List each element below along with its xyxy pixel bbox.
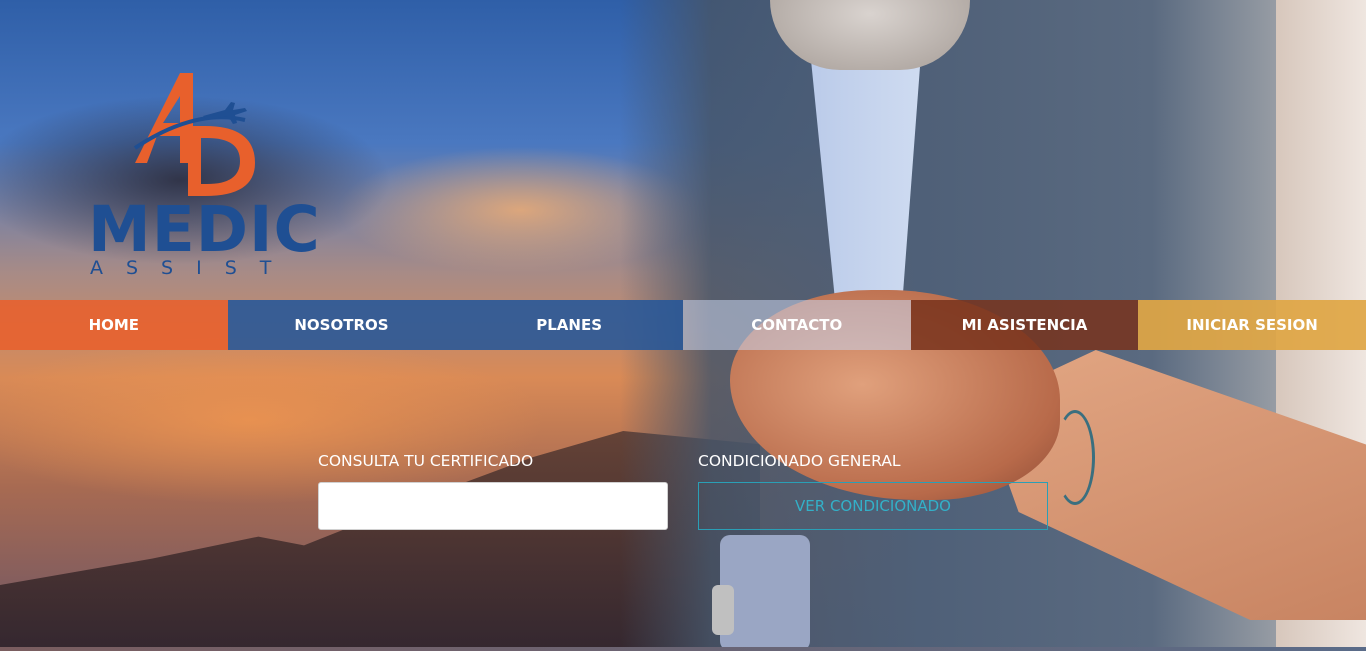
nav-contacto[interactable]: CONTACTO — [682, 300, 911, 350]
bracelet-image — [1055, 410, 1095, 505]
ad-monogram-icon — [133, 73, 255, 196]
nav-planes[interactable]: PLANES — [455, 300, 683, 350]
nav-iniciar-sesion[interactable]: INICIAR SESION — [1138, 300, 1366, 350]
certificate-input[interactable] — [318, 482, 668, 530]
conditions-label: CONDICIONADO GENERAL — [698, 452, 901, 470]
nav-mi-asistencia[interactable]: MI ASISTENCIA — [910, 300, 1139, 350]
logo-wordmark: MEDIC — [88, 193, 321, 266]
logo-tagline: ASSIST — [90, 257, 295, 279]
medic-assist-logo[interactable]: MEDIC ASSIST — [85, 68, 320, 283]
view-conditions-button[interactable]: VER CONDICIONADO — [698, 482, 1048, 530]
certificate-label: CONSULTA TU CERTIFICADO — [318, 452, 534, 470]
nav-nosotros[interactable]: NOSOTROS — [227, 300, 456, 350]
nav-home[interactable]: HOME — [0, 300, 228, 350]
watch-image — [712, 585, 734, 635]
bottom-divider — [0, 647, 1366, 651]
main-navigation: HOME NOSOTROS PLANES CONTACTO MI ASISTEN… — [0, 300, 1366, 350]
